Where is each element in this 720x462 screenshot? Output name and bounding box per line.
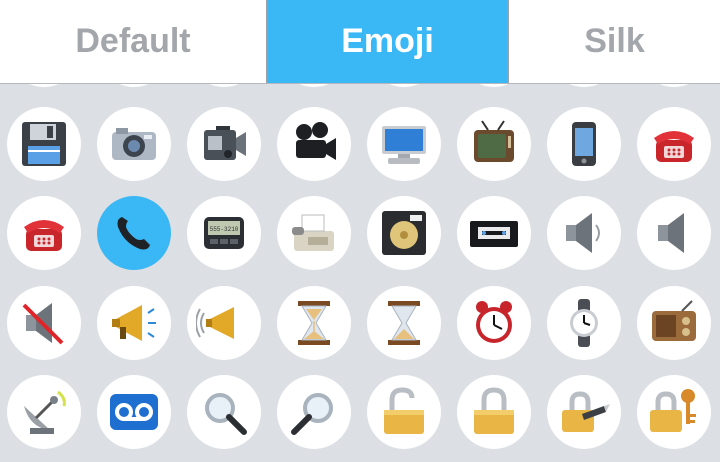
tab-bar: Default Emoji Silk bbox=[0, 0, 720, 84]
magnifier-left-emoji-cell[interactable] bbox=[187, 375, 261, 449]
hourglass-flowing-icon bbox=[298, 301, 330, 345]
speaker-low-emoji-cell[interactable] bbox=[637, 196, 711, 270]
video-camera-emoji-cell[interactable] bbox=[187, 107, 261, 181]
camera-emoji-cell[interactable] bbox=[97, 107, 171, 181]
minidisc-icon bbox=[382, 211, 426, 255]
tab-silk[interactable]: Silk bbox=[509, 0, 720, 83]
emoji-cell-cropped[interactable] bbox=[367, 84, 441, 87]
lock-with-pen-emoji-cell[interactable] bbox=[547, 375, 621, 449]
movie-camera-icon bbox=[296, 122, 336, 160]
magnifier-left-icon bbox=[205, 393, 247, 435]
video-camera-icon bbox=[204, 126, 246, 160]
pager-icon: 555-3210 bbox=[204, 217, 244, 249]
speaker-muted-emoji-cell[interactable] bbox=[7, 286, 81, 360]
tab-emoji[interactable]: Emoji bbox=[266, 0, 509, 83]
mobile-phone-emoji-cell[interactable] bbox=[547, 107, 621, 181]
speaker-low-icon bbox=[658, 213, 684, 253]
alarm-clock-icon bbox=[476, 301, 512, 343]
red-telephone-emoji-cell[interactable] bbox=[637, 107, 711, 181]
wristwatch-icon bbox=[570, 299, 598, 347]
hourglass-icon bbox=[388, 301, 420, 345]
floppy-disk-emoji-cell[interactable] bbox=[7, 107, 81, 181]
emoji-cell-cropped[interactable] bbox=[97, 84, 171, 87]
emoji-cell-cropped[interactable] bbox=[547, 84, 621, 87]
speaker-icon bbox=[566, 213, 600, 253]
satellite-antenna-emoji-cell[interactable] bbox=[7, 375, 81, 449]
videocassette-emoji-cell[interactable] bbox=[457, 196, 531, 270]
svg-text:555-3210: 555-3210 bbox=[210, 226, 239, 233]
satellite-antenna-icon bbox=[24, 390, 66, 434]
emoji-grid: 555-3210 bbox=[0, 84, 720, 462]
unlocked-emoji-cell[interactable] bbox=[367, 375, 441, 449]
megaphone-emoji-cell[interactable] bbox=[187, 286, 261, 360]
loudspeaker-icon bbox=[112, 305, 156, 341]
fax-machine-icon bbox=[292, 214, 334, 251]
megaphone-icon bbox=[196, 307, 234, 339]
pager-emoji-cell[interactable]: 555-3210 bbox=[187, 196, 261, 270]
magnifier-right-icon bbox=[291, 393, 333, 435]
voicemail-icon bbox=[110, 394, 158, 430]
loudspeaker-emoji-cell[interactable] bbox=[97, 286, 171, 360]
hourglass-flowing-emoji-cell[interactable] bbox=[277, 286, 351, 360]
lock-with-key-icon bbox=[650, 389, 696, 432]
locked-emoji-cell[interactable] bbox=[457, 375, 531, 449]
red-telephone-icon bbox=[24, 220, 64, 251]
television-emoji-cell[interactable] bbox=[457, 107, 531, 181]
movie-camera-emoji-cell[interactable] bbox=[277, 107, 351, 181]
lock-with-key-emoji-cell[interactable] bbox=[637, 375, 711, 449]
wristwatch-emoji-cell[interactable] bbox=[547, 286, 621, 360]
radio-emoji-cell[interactable] bbox=[637, 286, 711, 360]
telephone-receiver-icon bbox=[117, 217, 150, 250]
alarm-clock-emoji-cell[interactable] bbox=[457, 286, 531, 360]
minidisc-emoji-cell[interactable] bbox=[367, 196, 441, 270]
computer-icon bbox=[382, 126, 426, 164]
tab-default[interactable]: Default bbox=[0, 0, 266, 83]
hourglass-emoji-cell[interactable] bbox=[367, 286, 441, 360]
emoji-cell-cropped[interactable] bbox=[457, 84, 531, 87]
unlocked-icon bbox=[384, 387, 424, 434]
fax-machine-emoji-cell[interactable] bbox=[277, 196, 351, 270]
radio-icon bbox=[652, 300, 696, 341]
floppy-disk-icon bbox=[22, 122, 66, 166]
magnifier-right-emoji-cell[interactable] bbox=[277, 375, 351, 449]
locked-icon bbox=[474, 387, 514, 434]
emoji-cell-cropped[interactable] bbox=[7, 84, 81, 87]
emoji-cell-cropped[interactable] bbox=[187, 84, 261, 87]
red-telephone-emoji-cell[interactable] bbox=[7, 196, 81, 270]
lock-with-pen-icon bbox=[562, 391, 610, 432]
mobile-phone-icon bbox=[572, 122, 596, 166]
emoji-cell-cropped[interactable] bbox=[637, 84, 711, 87]
red-telephone-icon bbox=[654, 131, 694, 162]
videocassette-icon bbox=[470, 221, 518, 247]
computer-emoji-cell[interactable] bbox=[367, 107, 441, 181]
voicemail-emoji-cell[interactable] bbox=[97, 375, 171, 449]
emoji-cell-cropped[interactable] bbox=[277, 84, 351, 87]
speaker-muted-icon bbox=[22, 303, 64, 345]
camera-icon bbox=[112, 128, 156, 160]
speaker-emoji-cell[interactable] bbox=[547, 196, 621, 270]
television-icon bbox=[474, 120, 514, 162]
telephone-receiver-emoji-cell[interactable] bbox=[97, 196, 171, 270]
